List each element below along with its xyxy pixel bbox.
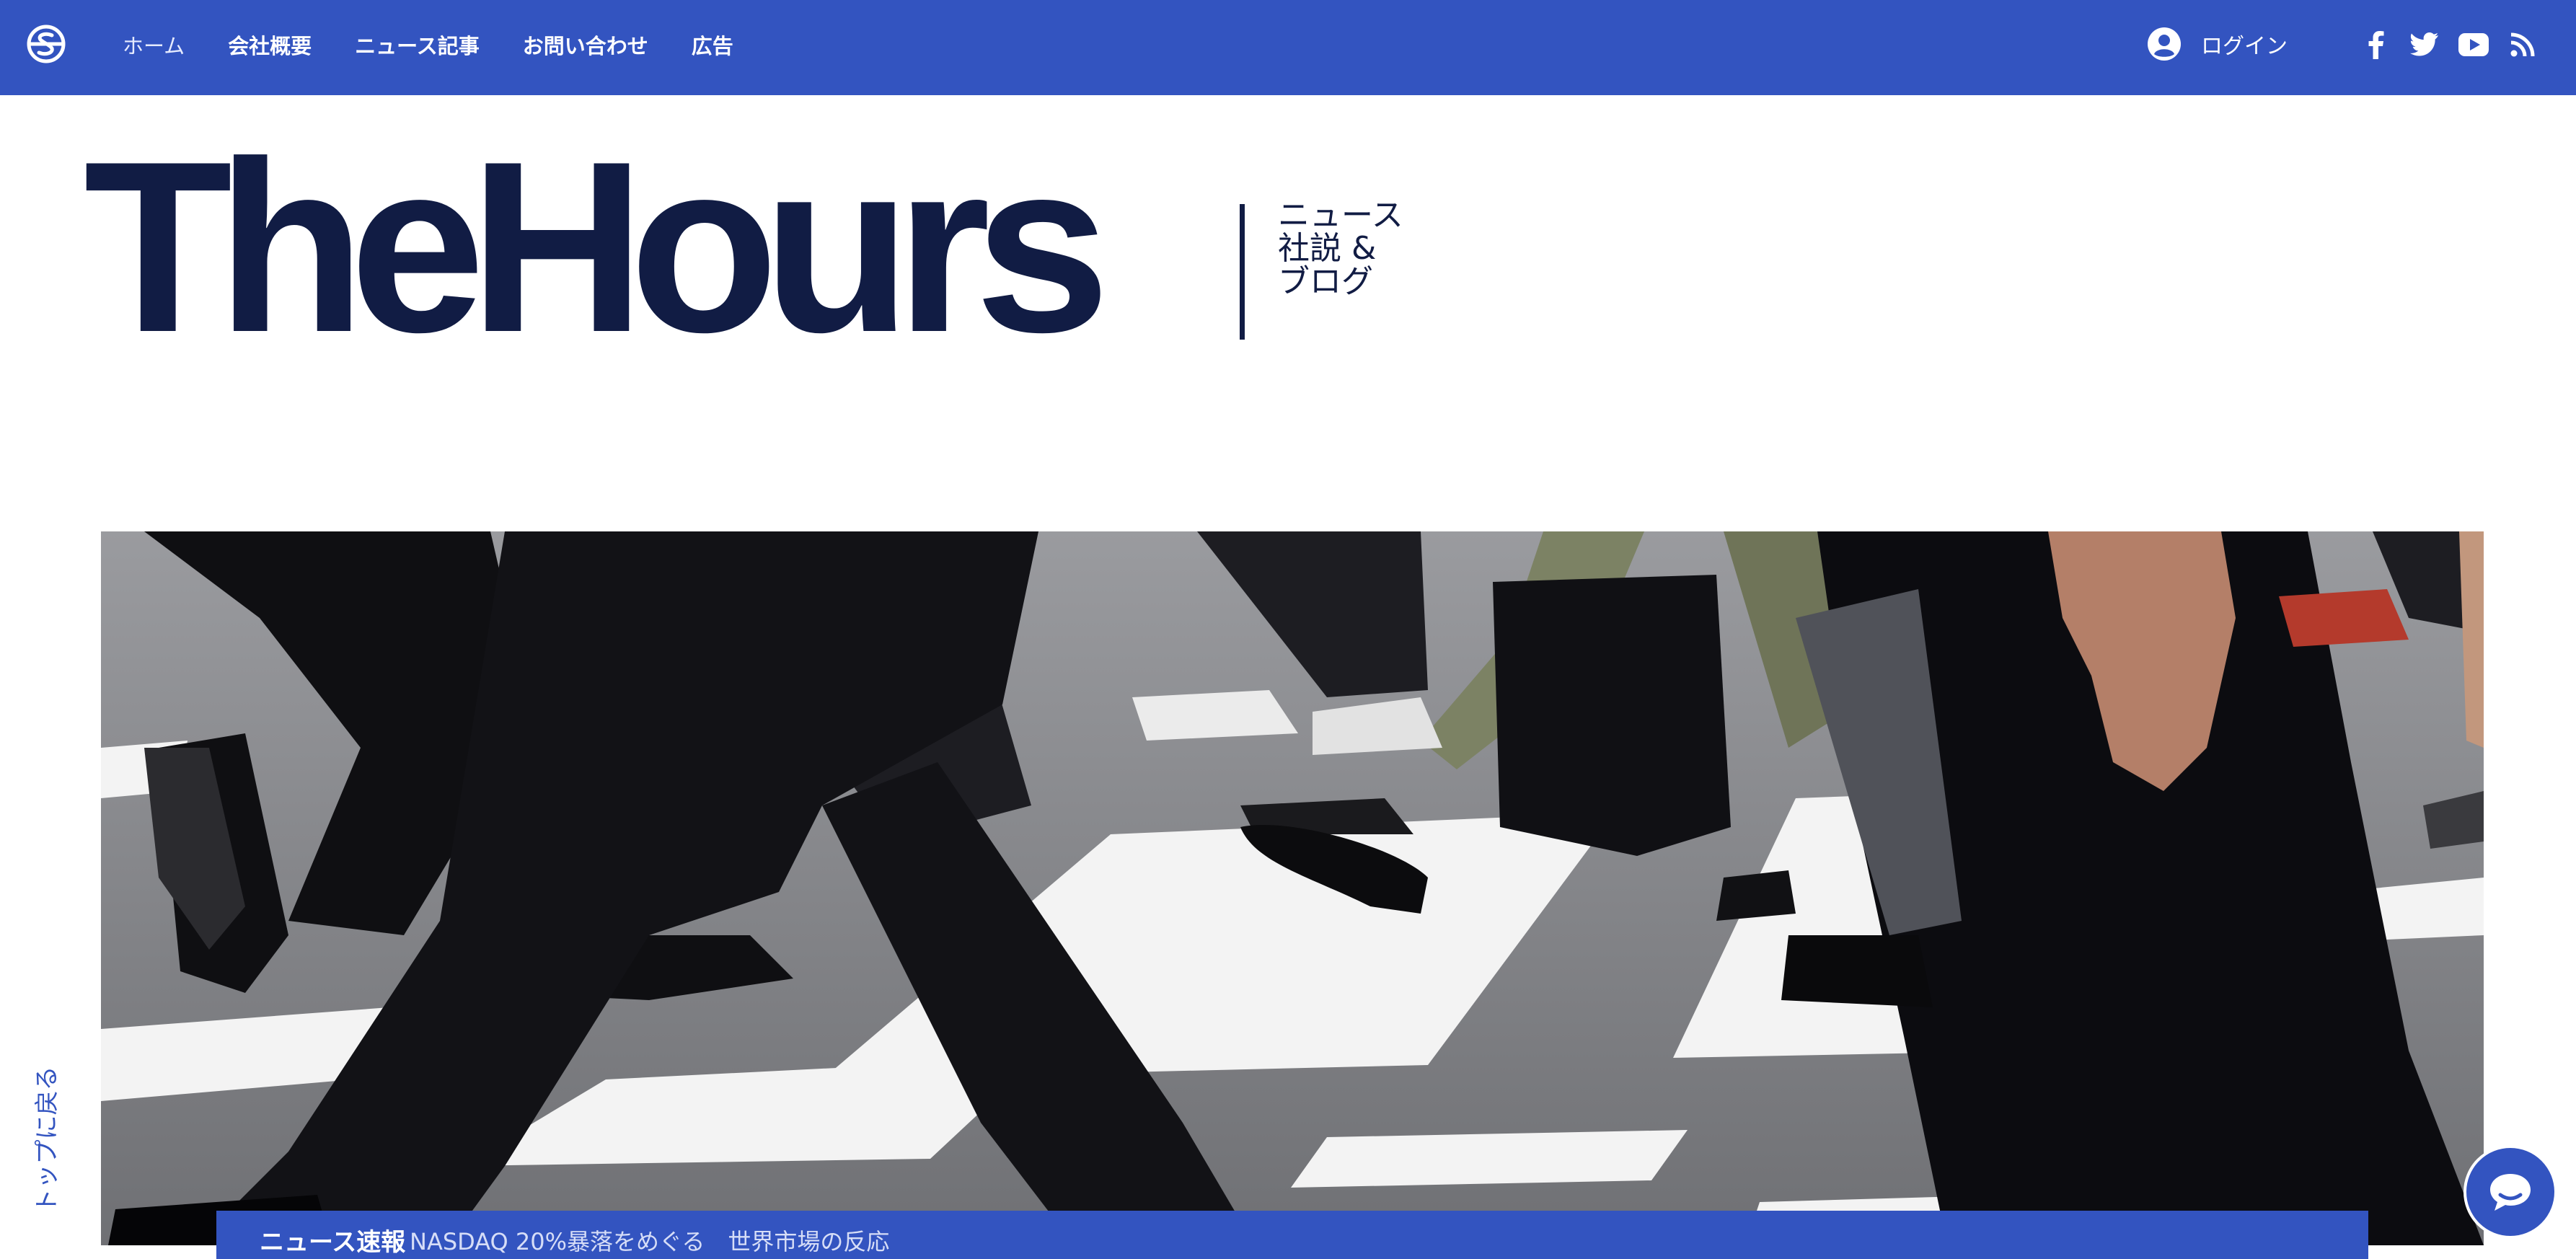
masthead-title: TheHours (84, 110, 1110, 383)
ticker-headline[interactable]: NASDAQ 20%暴落をめぐる 世界市場の反応 (410, 1224, 889, 1257)
login-button[interactable]: ログイン (2148, 26, 2288, 62)
chat-bubble-icon (2490, 1174, 2531, 1211)
top-navigation-bar: ホーム 会社概要 ニュース記事 お問い合わせ 広告 ログイン (0, 0, 2576, 95)
ticker-heading: ニュース速報 (260, 1228, 406, 1257)
back-to-top-link[interactable]: トップに戻る (10, 1060, 79, 1219)
login-label: ログイン (2201, 34, 2288, 59)
masthead-subtitle: ニュース 社説 & ブログ (1278, 199, 1437, 299)
main-menu: ホーム 会社概要 ニュース記事 お問い合わせ 広告 (123, 0, 777, 89)
rss-icon[interactable] (2507, 29, 2538, 61)
site-logo-icon[interactable] (26, 24, 66, 64)
masthead-divider (1240, 204, 1245, 340)
breaking-news-ticker: NASDAQ 20%暴落をめぐる 世界市場の反応 ニュース速報 (216, 1211, 2368, 1259)
nav-item-home[interactable]: ホーム (123, 30, 185, 60)
nav-item-ads[interactable]: 広告 (692, 30, 733, 60)
masthead-subtitle-line: ブログ (1278, 263, 1373, 300)
nav-item-contact[interactable]: お問い合わせ (523, 30, 648, 60)
youtube-icon[interactable] (2458, 29, 2489, 61)
people-walking-crosswalk-photo (101, 531, 2484, 1245)
nav-item-company[interactable]: 会社概要 (228, 30, 312, 60)
facebook-icon[interactable] (2360, 29, 2391, 61)
back-to-top-label: トップに戻る (32, 1066, 62, 1213)
hero-image (101, 531, 2484, 1245)
social-links (2360, 27, 2538, 62)
masthead-subtitle-line: ニュース (1278, 197, 1403, 234)
nav-item-news[interactable]: ニュース記事 (355, 30, 480, 60)
chat-button[interactable] (2463, 1145, 2557, 1239)
masthead-subtitle-line: 社説 & (1278, 230, 1377, 267)
page: ホーム 会社概要 ニュース記事 お問い合わせ 広告 ログイン TheHours … (0, 0, 2576, 1259)
twitter-icon[interactable] (2409, 29, 2440, 61)
user-avatar-icon (2148, 27, 2181, 61)
